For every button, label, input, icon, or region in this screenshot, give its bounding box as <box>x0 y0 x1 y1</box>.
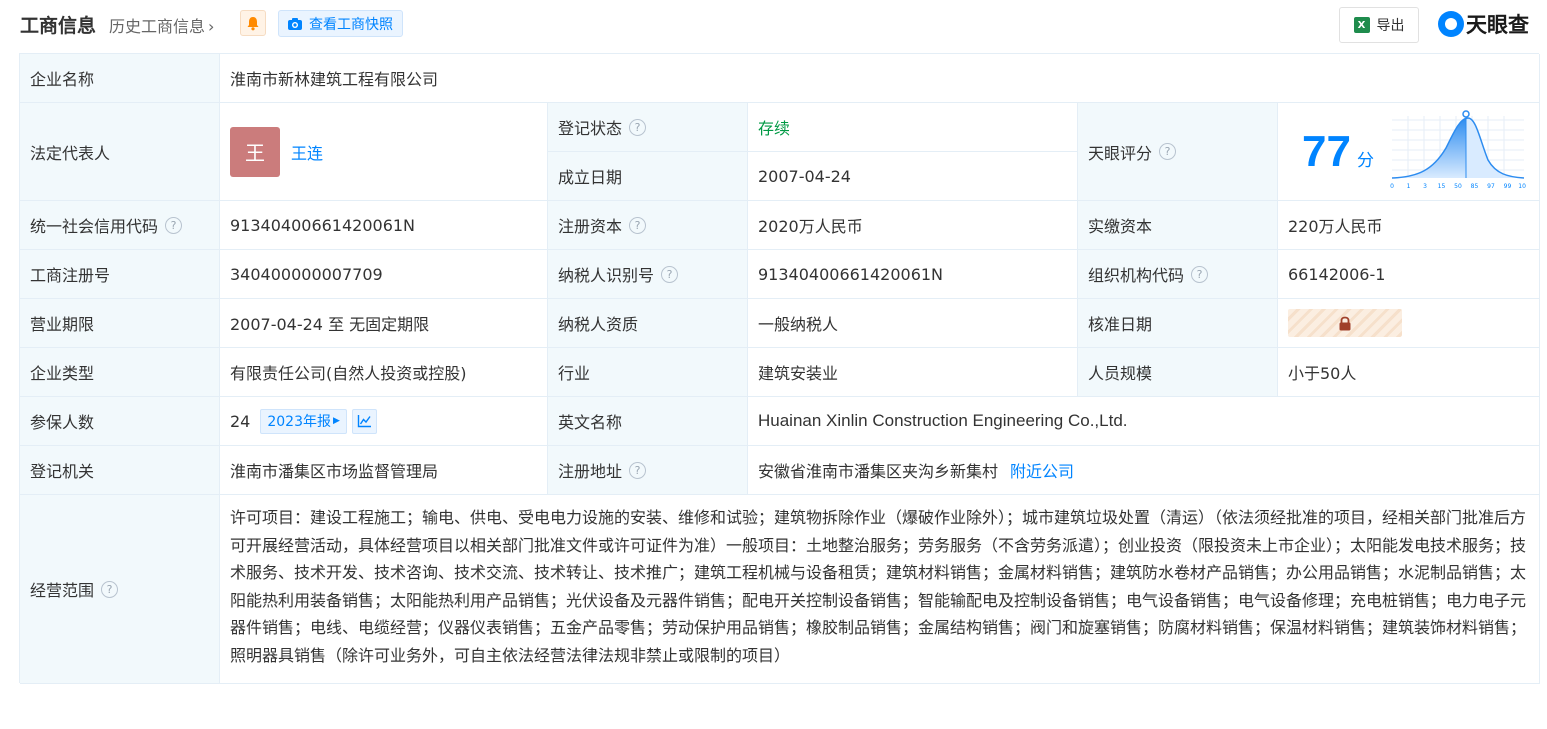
camera-icon <box>288 17 302 30</box>
export-button[interactable]: X 导出 <box>1339 7 1419 43</box>
staff-size-value: 小于50人 <box>1278 348 1540 397</box>
section-title: 工商信息 <box>20 15 97 37</box>
taxpayer-id-value: 91340400661420061N <box>748 250 1078 299</box>
score-axis-tick-label: 99 <box>1504 183 1512 190</box>
found-date-label: 成立日期 <box>548 152 748 201</box>
reg-no-label: 工商注册号 <box>20 250 220 299</box>
company-name-label: 企业名称 <box>20 54 220 103</box>
help-icon[interactable]: ? <box>1191 265 1209 283</box>
excel-icon: X <box>1353 17 1370 33</box>
address-value: 安徽省淮南市潘集区夹沟乡新集村 附近公司 <box>748 446 1540 495</box>
reg-capital-value: 2020万人民币 <box>748 201 1078 250</box>
credit-code-value: 91340400661420061N <box>220 201 548 250</box>
snapshot-label: 查看工商快照 <box>309 16 393 33</box>
industry-value: 建筑安装业 <box>748 348 1078 397</box>
score-distribution-chart: 0 1 3 15 50 85 97 99 100 <box>1390 110 1526 190</box>
scope-label: 经营范围? <box>20 495 220 684</box>
taxpayer-id-label: 纳税人识别号? <box>548 250 748 299</box>
lock-icon <box>1339 316 1351 330</box>
insured-label: 参保人数 <box>20 397 220 446</box>
reg-status-value: 存续 <box>748 103 1078 152</box>
industry-label: 行业 <box>548 348 748 397</box>
nearby-companies-link[interactable]: 附近公司 <box>1010 458 1074 482</box>
score-axis-tick-label: 15 <box>1438 183 1446 190</box>
tianyancha-logo-icon <box>1438 11 1464 37</box>
chevron-right-icon: › <box>208 17 215 36</box>
brand-logo: 天眼查 <box>1438 9 1529 39</box>
line-chart-icon <box>357 415 371 428</box>
authority-label: 登记机关 <box>20 446 220 495</box>
section-header: 工商信息 历史工商信息 › 查看工商快照 X 导出 天眼查 <box>0 0 1547 48</box>
taxpayer-qual-value: 一般纳税人 <box>748 299 1078 348</box>
approve-date-value <box>1278 299 1540 348</box>
paid-capital-value: 220万人民币 <box>1278 201 1540 250</box>
help-icon[interactable]: ? <box>165 216 183 234</box>
bell-button[interactable] <box>240 10 266 36</box>
score-axis-tick-label: 97 <box>1487 183 1495 190</box>
brand-name: 天眼查 <box>1466 13 1529 37</box>
score-axis-tick-label: 1 <box>1407 183 1411 190</box>
locked-content[interactable] <box>1288 309 1402 337</box>
score-axis-tick-label: 85 <box>1471 183 1479 190</box>
bell-icon <box>247 16 259 30</box>
credit-code-label: 统一社会信用代码? <box>20 201 220 250</box>
help-icon[interactable]: ? <box>629 118 647 136</box>
score-axis-tick-label: 100 <box>1518 183 1526 190</box>
term-value: 2007-04-24 至 无固定期限 <box>220 299 548 348</box>
help-icon[interactable]: ? <box>629 216 647 234</box>
company-name-value: 淮南市新林建筑工程有限公司 <box>220 54 1540 103</box>
insured-value: 24 2023年报 ▶ <box>220 397 548 446</box>
legal-rep-link[interactable]: 王连 <box>291 140 323 164</box>
approve-date-label: 核准日期 <box>1078 299 1278 348</box>
reg-status-label: 登记状态? <box>548 103 748 152</box>
business-info-table: 企业名称 淮南市新林建筑工程有限公司 法定代表人 王 王连 登记状态? 存续 成… <box>19 53 1540 684</box>
score-axis-tick-label: 3 <box>1423 183 1427 190</box>
english-name-value: Huainan Xinlin Construction Engineering … <box>748 397 1540 446</box>
type-value: 有限责任公司(自然人投资或控股) <box>220 348 548 397</box>
avatar[interactable]: 王 <box>230 126 280 177</box>
reg-capital-label: 注册资本? <box>548 201 748 250</box>
org-code-value: 66142006-1 <box>1278 250 1540 299</box>
score-axis-tick-label: 0 <box>1390 183 1394 190</box>
staff-size-label: 人员规模 <box>1078 348 1278 397</box>
trend-chart-button[interactable] <box>351 408 377 434</box>
caret-right-icon: ▶ <box>333 416 340 426</box>
history-link[interactable]: 历史工商信息 › <box>109 13 214 37</box>
score-axis-tick-label: 50 <box>1454 183 1462 190</box>
help-icon[interactable]: ? <box>661 265 679 283</box>
legal-rep-value: 王 王连 <box>220 103 548 201</box>
reg-no-value: 340400000007709 <box>220 250 548 299</box>
taxpayer-qual-label: 纳税人资质 <box>548 299 748 348</box>
help-icon[interactable]: ? <box>101 580 119 598</box>
score-label: 天眼评分? <box>1078 103 1278 201</box>
type-label: 企业类型 <box>20 348 220 397</box>
paid-capital-label: 实缴资本 <box>1078 201 1278 250</box>
help-icon[interactable]: ? <box>629 461 647 479</box>
snapshot-button[interactable]: 查看工商快照 <box>278 10 403 37</box>
scope-value: 许可项目：建设工程施工；输电、供电、受电电力设施的安装、维修和试验；建筑物拆除作… <box>220 495 1540 684</box>
legal-rep-label: 法定代表人 <box>20 103 220 201</box>
org-code-label: 组织机构代码? <box>1078 250 1278 299</box>
score-value[interactable]: 77分 0 1 3 15 50 85 97 99 100 <box>1278 103 1540 201</box>
authority-value: 淮南市潘集区市场监督管理局 <box>220 446 548 495</box>
score-number: 77 分 <box>1302 127 1374 176</box>
help-icon[interactable]: ? <box>1159 143 1177 160</box>
term-label: 营业期限 <box>20 299 220 348</box>
english-name-label: 英文名称 <box>548 397 748 446</box>
annual-report-button[interactable]: 2023年报 ▶ <box>260 408 347 434</box>
address-label: 注册地址? <box>548 446 748 495</box>
found-date-value: 2007-04-24 <box>748 152 1078 201</box>
export-label: 导出 <box>1376 18 1405 34</box>
